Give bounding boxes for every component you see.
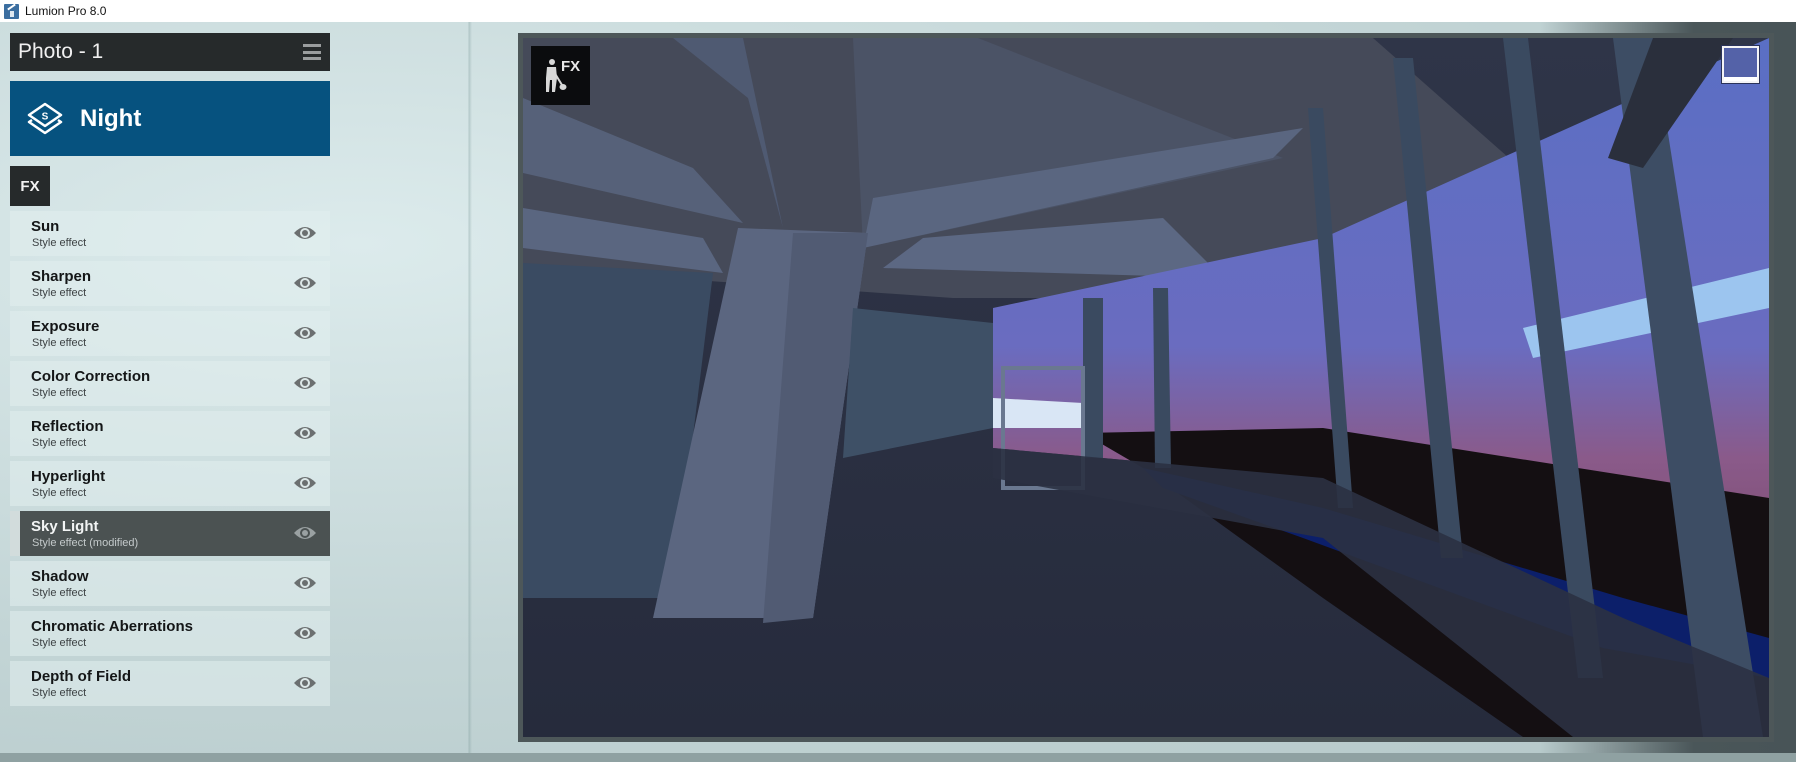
window-title-bar: Lumion Pro 8.0 [0,0,1796,22]
eye-icon[interactable] [293,374,317,392]
fx-badge-button[interactable]: FX [531,46,590,105]
effect-item-exposure[interactable]: Exposure Style effect [10,311,330,356]
effect-subtitle: Style effect [32,587,87,599]
style-preset-button[interactable]: S Night [10,81,330,156]
effect-item-sun[interactable]: Sun Style effect [10,211,330,256]
eye-icon[interactable] [293,474,317,492]
eye-icon[interactable] [293,274,317,292]
style-name: Night [80,104,142,132]
effect-subtitle: Style effect [32,637,87,649]
effect-name: Sky Light [31,518,99,535]
window-title: Lumion Pro 8.0 [25,4,107,18]
effect-name: Reflection [31,418,104,435]
effect-name: Depth of Field [31,668,131,685]
view-toggle-icon[interactable] [1722,46,1759,83]
effects-list: Sun Style effect Sharpen Style effect Ex… [10,211,330,711]
view-toggle-bar [1724,77,1757,81]
effect-item-reflection[interactable]: Reflection Style effect [10,411,330,456]
fx-badge-label: FX [561,58,581,75]
render-viewport[interactable]: FX [523,38,1769,737]
effect-item-hyperlight[interactable]: Hyperlight Style effect [10,461,330,506]
hamburger-menu-icon[interactable] [303,44,321,60]
style-layers-icon: S [27,102,63,134]
effect-item-depth-of-field[interactable]: Depth of Field Style effect [10,661,330,706]
effect-subtitle: Style effect [32,337,87,349]
lumion-app-icon [4,3,19,19]
scene-render [523,38,1769,737]
eye-icon[interactable] [293,424,317,442]
effect-name: Sharpen [31,268,92,285]
effect-subtitle: Style effect [32,437,87,449]
effect-subtitle: Style effect [32,287,87,299]
eye-icon[interactable] [293,624,317,642]
effect-subtitle: Style effect (modified) [32,537,139,549]
effect-name: Color Correction [31,368,151,385]
effect-name: Hyperlight [31,468,106,485]
effect-item-sharpen[interactable]: Sharpen Style effect [10,261,330,306]
effect-item-color-correction[interactable]: Color Correction Style effect [10,361,330,406]
effect-name: Exposure [31,318,100,335]
eye-icon[interactable] [293,574,317,592]
svg-text:S: S [42,111,49,122]
effect-item-sky-light[interactable]: Sky Light Style effect (modified) [10,511,330,556]
effect-subtitle: Style effect [32,687,87,699]
effect-subtitle: Style effect [32,487,87,499]
bottom-strip [0,753,1796,762]
effect-name: Shadow [31,568,89,585]
effect-item-shadow[interactable]: Shadow Style effect [10,561,330,606]
effect-name: Sun [31,218,60,235]
eye-icon[interactable] [293,324,317,342]
photo-header: Photo - 1 [10,33,330,71]
tab-fx[interactable]: FX [10,166,50,206]
effect-subtitle: Style effect [32,387,87,399]
eye-icon[interactable] [293,224,317,242]
photo-title: Photo - 1 [18,40,104,63]
eye-icon[interactable] [293,674,317,692]
effect-subtitle: Style effect [32,237,87,249]
effect-item-chromatic-aberrations[interactable]: Chromatic Aberrations Style effect [10,611,330,656]
eye-icon[interactable] [293,524,317,542]
effect-name: Chromatic Aberrations [31,618,193,635]
